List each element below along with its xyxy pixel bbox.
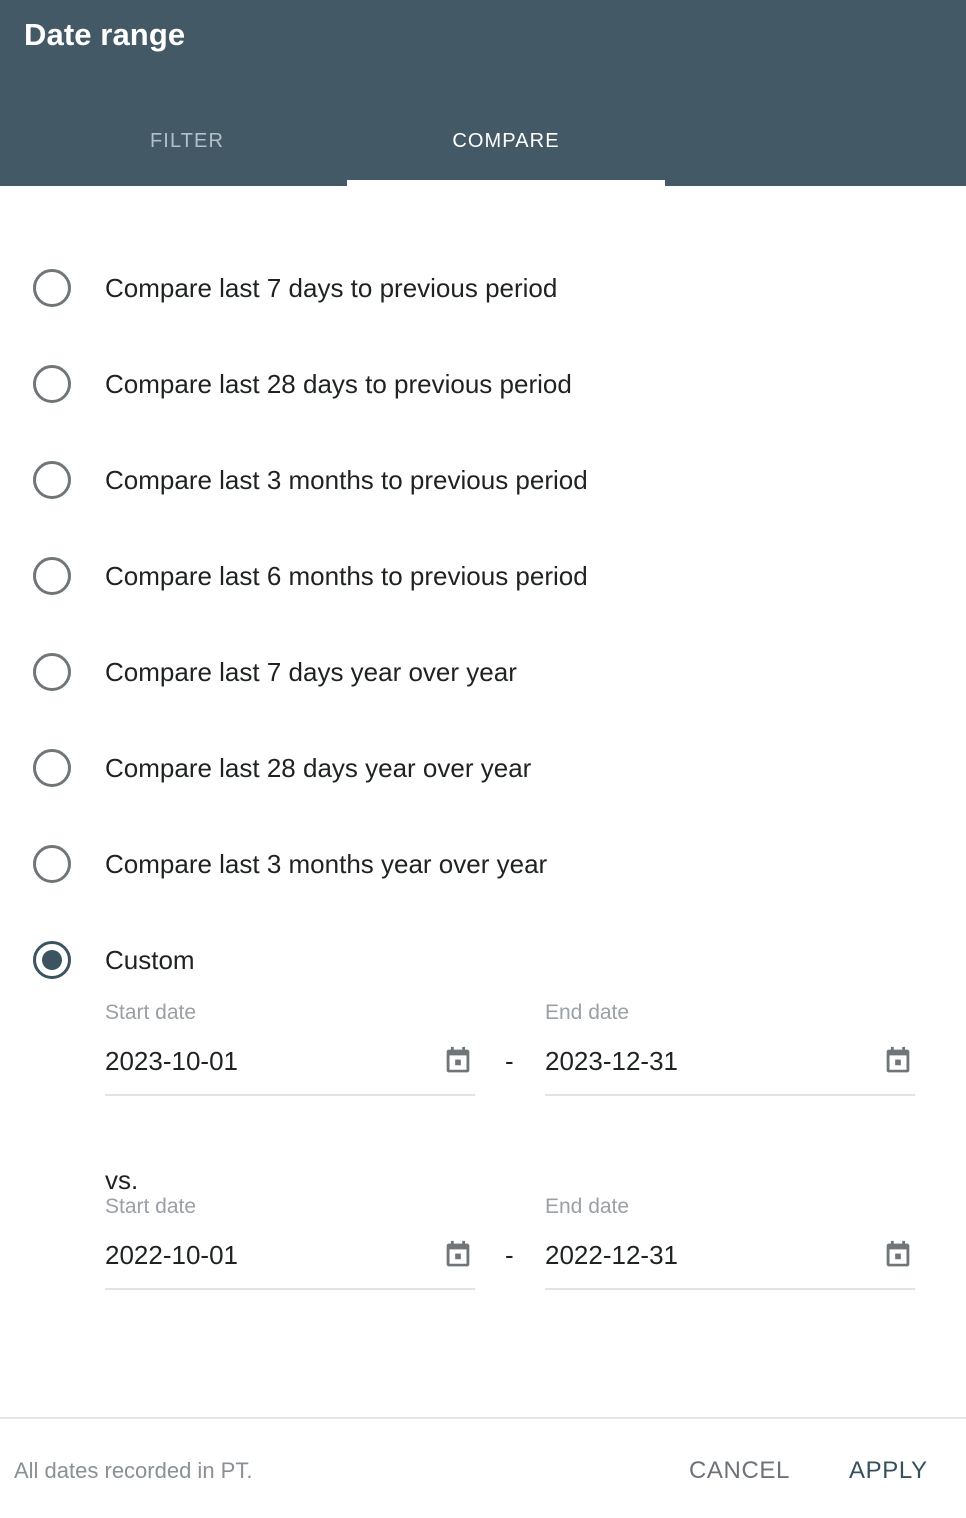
- option-last-28-days-year-over-year[interactable]: Compare last 28 days year over year: [0, 720, 966, 816]
- primary-end-date-caption: End date: [545, 1001, 630, 1024]
- timezone-note: All dates recorded in PT.: [14, 1458, 253, 1483]
- comparison-date-separator: -: [505, 1240, 514, 1270]
- tab-filter-label: FILTER: [149, 130, 224, 152]
- calendar-icon[interactable]: [441, 1044, 475, 1078]
- calendar-icon[interactable]: [881, 1238, 915, 1272]
- option-last-6-months-previous-period[interactable]: Compare last 6 months to previous period: [0, 528, 966, 624]
- comparison-start-date-field[interactable]: Start date 2022-10-01: [105, 1194, 475, 1290]
- option-last-7-days-previous-period[interactable]: Compare last 7 days to previous period: [0, 240, 966, 336]
- apply-button[interactable]: APPLY: [849, 1454, 928, 1488]
- calendar-icon[interactable]: [881, 1044, 915, 1078]
- option-label: Compare last 7 days to previous period: [105, 273, 558, 303]
- primary-end-date-value[interactable]: 2023-12-31: [545, 1044, 678, 1078]
- calendar-icon[interactable]: [441, 1238, 475, 1272]
- option-label: Compare last 28 days year over year: [105, 753, 532, 783]
- radio-custom[interactable]: [33, 941, 71, 979]
- option-label: Compare last 6 months to previous period: [105, 561, 588, 591]
- option-label: Compare last 28 days to previous period: [105, 369, 572, 399]
- option-last-28-days-previous-period[interactable]: Compare last 28 days to previous period: [0, 336, 966, 432]
- option-last-3-months-year-over-year[interactable]: Compare last 3 months year over year: [0, 816, 966, 912]
- field-underline: [545, 1288, 915, 1290]
- radio-last-28-days-year-over-year[interactable]: [33, 749, 71, 787]
- option-label: Compare last 3 months year over year: [105, 849, 548, 879]
- primary-start-date-value[interactable]: 2023-10-01: [105, 1044, 238, 1078]
- cancel-button[interactable]: CANCEL: [689, 1454, 790, 1488]
- radio-last-6-months-previous-period[interactable]: [33, 557, 71, 595]
- primary-start-date-caption: Start date: [105, 1001, 197, 1024]
- comparison-end-date-value[interactable]: 2022-12-31: [545, 1238, 678, 1272]
- tab-bar: FILTER COMPARE: [0, 116, 966, 186]
- tab-filter[interactable]: FILTER: [27, 116, 347, 186]
- radio-last-7-days-previous-period[interactable]: [33, 269, 71, 307]
- field-underline: [545, 1094, 915, 1096]
- comparison-end-date-field[interactable]: End date 2022-12-31: [545, 1194, 915, 1290]
- primary-end-date-field[interactable]: End date 2023-12-31: [545, 1000, 915, 1096]
- option-custom[interactable]: Custom: [0, 912, 966, 1008]
- comparison-end-date-caption: End date: [545, 1195, 630, 1218]
- footer-divider: [0, 1417, 966, 1419]
- tab-compare[interactable]: COMPARE: [347, 116, 665, 186]
- option-label: Compare last 7 days year over year: [105, 657, 517, 687]
- option-label: Compare last 3 months to previous period: [105, 465, 588, 495]
- active-tab-indicator: [347, 180, 665, 186]
- radio-last-7-days-year-over-year[interactable]: [33, 653, 71, 691]
- primary-start-date-field[interactable]: Start date 2023-10-01: [105, 1000, 475, 1096]
- option-last-7-days-year-over-year[interactable]: Compare last 7 days year over year: [0, 624, 966, 720]
- option-label: Custom: [105, 945, 195, 975]
- dialog-header: Date range FILTER COMPARE: [0, 0, 966, 186]
- radio-last-3-months-year-over-year[interactable]: [33, 845, 71, 883]
- radio-last-3-months-previous-period[interactable]: [33, 461, 71, 499]
- option-last-3-months-previous-period[interactable]: Compare last 3 months to previous period: [0, 432, 966, 528]
- field-underline: [105, 1094, 475, 1096]
- primary-date-separator: -: [505, 1046, 514, 1076]
- comparison-start-date-value[interactable]: 2022-10-01: [105, 1238, 238, 1272]
- radio-last-28-days-previous-period[interactable]: [33, 365, 71, 403]
- vs-label: vs.: [105, 1165, 139, 1195]
- field-underline: [105, 1288, 475, 1290]
- page-title: Date range: [24, 17, 186, 52]
- tab-compare-label: COMPARE: [452, 130, 560, 152]
- comparison-start-date-caption: Start date: [105, 1195, 197, 1218]
